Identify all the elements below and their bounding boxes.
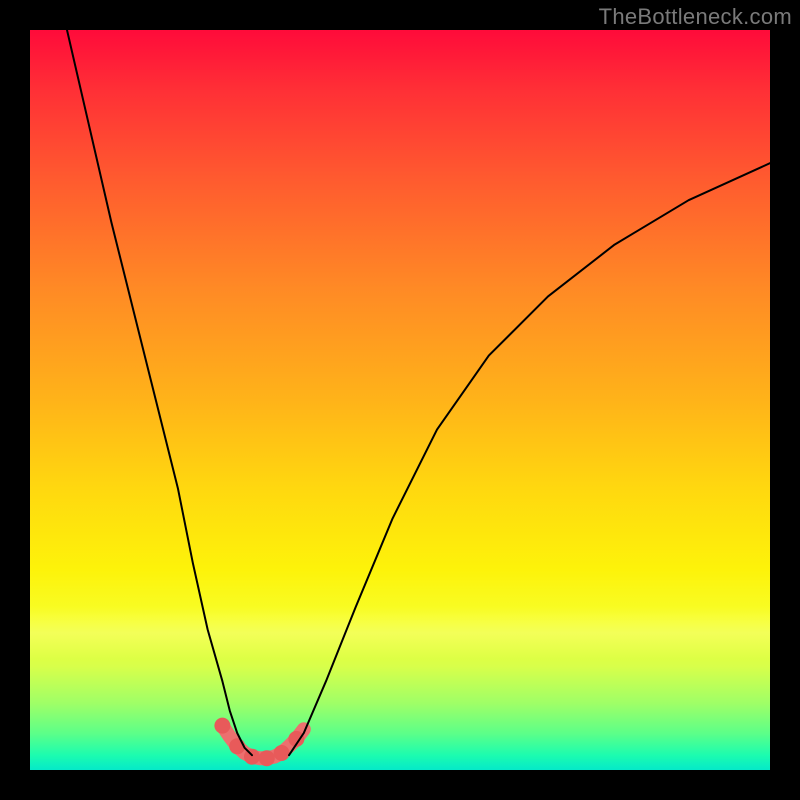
- chart-frame: TheBottleneck.com: [0, 0, 800, 800]
- highlight-dot: [274, 745, 290, 761]
- curve-layer: [30, 30, 770, 770]
- right-branch-line: [289, 163, 770, 755]
- watermark-text: TheBottleneck.com: [599, 4, 792, 30]
- plot-area: [30, 30, 770, 770]
- highlight-dot: [214, 718, 230, 734]
- highlight-dot: [259, 750, 275, 766]
- highlight-dot: [244, 749, 260, 765]
- left-branch-line: [67, 30, 252, 755]
